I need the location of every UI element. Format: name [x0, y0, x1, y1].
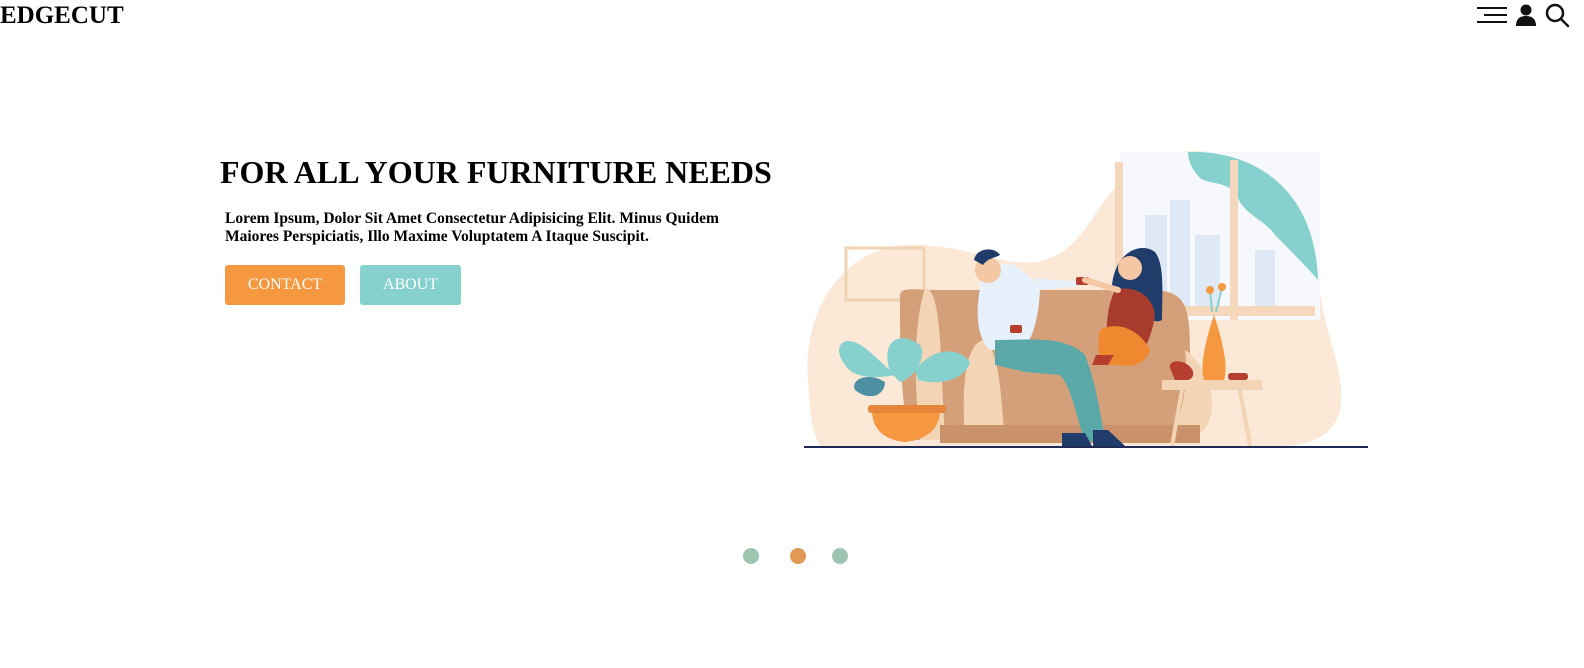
carousel-indicators — [743, 548, 853, 564]
header-icons — [1476, 2, 1570, 28]
user-icon[interactable] — [1514, 3, 1538, 27]
carousel-dot-2[interactable] — [790, 548, 806, 564]
menu-icon[interactable] — [1476, 4, 1508, 26]
carousel-dot-3[interactable] — [832, 548, 848, 564]
site-logo[interactable]: EDGECUT — [0, 1, 124, 31]
carousel-dot-1[interactable] — [743, 548, 759, 564]
hero-title: FOR ALL YOUR FURNITURE NEEDS — [220, 154, 772, 190]
about-us-button[interactable]: ABOUT US — [360, 265, 461, 333]
hero-description: Lorem Ipsum, Dolor Sit Amet Consectetur … — [225, 210, 719, 245]
hero-illustration — [800, 140, 1372, 452]
contact-us-button[interactable]: CONTACT US — [225, 265, 345, 333]
search-icon[interactable] — [1544, 2, 1570, 28]
